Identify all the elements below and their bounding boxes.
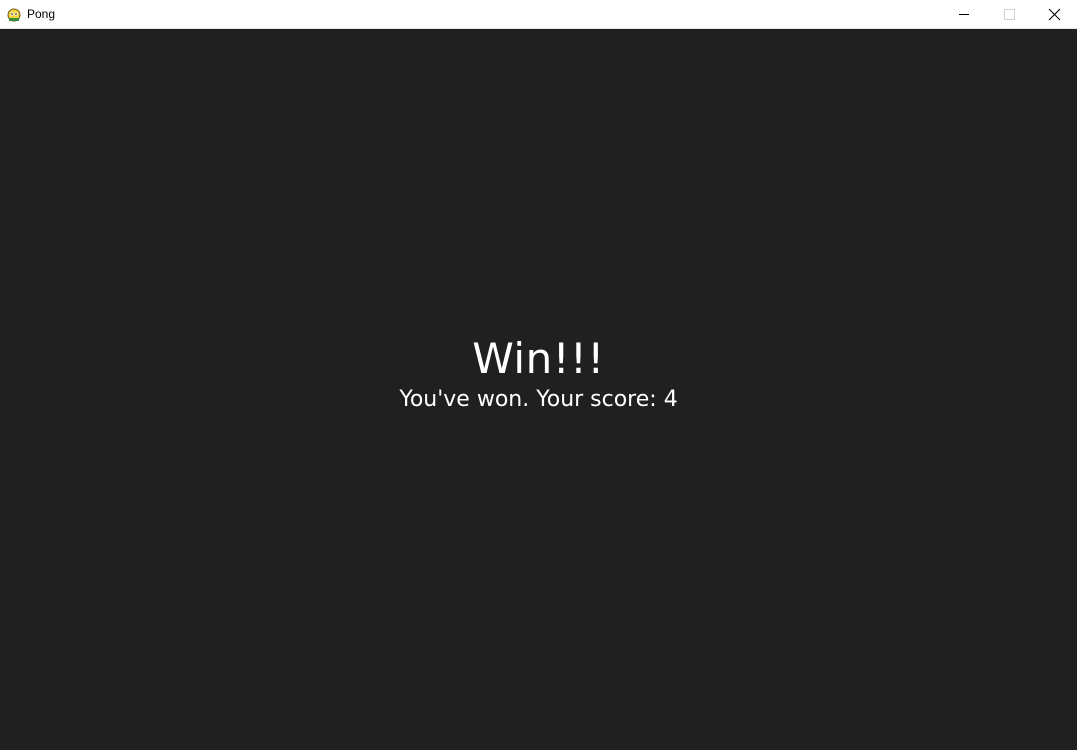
result-title: Win!!! bbox=[472, 334, 605, 383]
result-message: You've won. Your score: 4 bbox=[399, 387, 678, 412]
maximize-button[interactable] bbox=[986, 0, 1032, 29]
pygame-snake-icon bbox=[6, 6, 22, 22]
game-canvas: Win!!! You've won. Your score: 4 bbox=[0, 29, 1077, 750]
close-button[interactable] bbox=[1031, 0, 1077, 29]
pong-window: Pong Win!!! You've won. Your score: 4 bbox=[0, 0, 1077, 750]
window-title: Pong bbox=[27, 7, 56, 21]
minimize-button[interactable] bbox=[941, 0, 987, 29]
title-bar[interactable]: Pong bbox=[0, 0, 1077, 29]
